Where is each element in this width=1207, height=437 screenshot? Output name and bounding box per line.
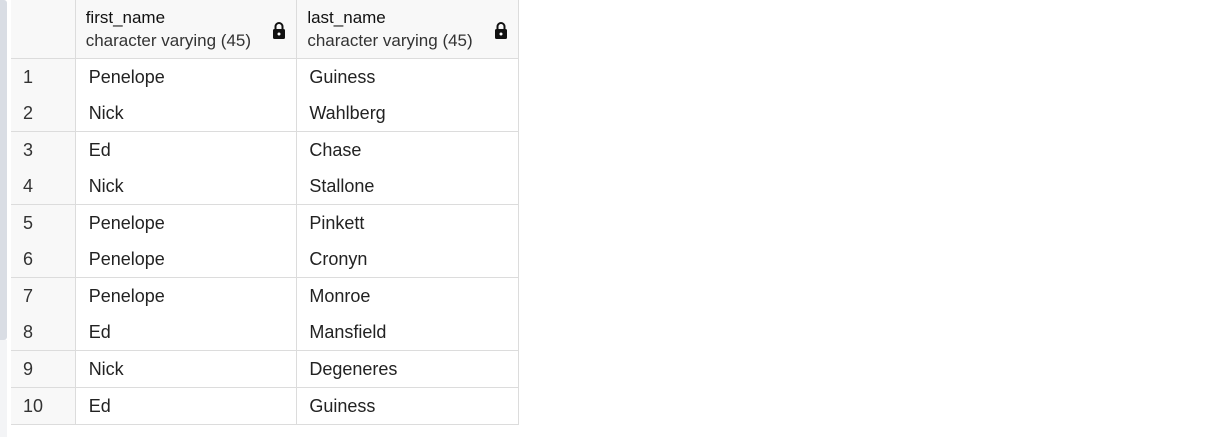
table-row[interactable]: 3 Ed Chase bbox=[11, 131, 519, 168]
cell-last-name[interactable]: Wahlberg bbox=[296, 95, 519, 132]
vertical-scrollbar-track[interactable] bbox=[0, 340, 7, 437]
cell-first-name[interactable]: Ed bbox=[75, 131, 298, 168]
cell-first-name[interactable]: Ed bbox=[75, 387, 298, 425]
table-row[interactable]: 2 Nick Wahlberg bbox=[11, 95, 519, 132]
table-row[interactable]: 8 Ed Mansfield bbox=[11, 314, 519, 351]
column-header-first-name[interactable]: first_name character varying (45) bbox=[75, 0, 298, 59]
row-number[interactable]: 9 bbox=[11, 350, 76, 388]
cell-last-name[interactable]: Cronyn bbox=[296, 241, 519, 278]
cell-last-name[interactable]: Guiness bbox=[296, 387, 519, 425]
row-number[interactable]: 2 bbox=[11, 95, 76, 132]
column-name: last_name bbox=[307, 8, 386, 27]
row-number[interactable]: 10 bbox=[11, 387, 76, 425]
cell-first-name[interactable]: Nick bbox=[75, 168, 298, 205]
cell-last-name[interactable]: Stallone bbox=[296, 168, 519, 205]
row-number[interactable]: 1 bbox=[11, 58, 76, 95]
cell-first-name[interactable]: Nick bbox=[75, 350, 298, 388]
table-row[interactable]: 10 Ed Guiness bbox=[11, 387, 519, 425]
table-row[interactable]: 6 Penelope Cronyn bbox=[11, 241, 519, 278]
cell-first-name[interactable]: Penelope bbox=[75, 58, 298, 95]
header-row: first_name character varying (45) last_n… bbox=[11, 0, 519, 59]
lock-icon bbox=[495, 22, 507, 39]
row-number[interactable]: 8 bbox=[11, 314, 76, 351]
table-row[interactable]: 4 Nick Stallone bbox=[11, 168, 519, 205]
column-header-last-name[interactable]: last_name character varying (45) bbox=[296, 0, 519, 59]
row-number[interactable]: 4 bbox=[11, 168, 76, 205]
table-row[interactable]: 7 Penelope Monroe bbox=[11, 277, 519, 314]
column-type: character varying (45) bbox=[85, 31, 252, 50]
table-row[interactable]: 5 Penelope Pinkett bbox=[11, 204, 519, 241]
column-type: character varying (45) bbox=[307, 31, 473, 50]
vertical-scrollbar-thumb[interactable] bbox=[0, 0, 7, 340]
cell-last-name[interactable]: Monroe bbox=[296, 277, 519, 314]
cell-last-name[interactable]: Guiness bbox=[296, 58, 519, 95]
cell-first-name[interactable]: Penelope bbox=[75, 204, 298, 241]
query-result-panel: first_name character varying (45) last_n… bbox=[0, 0, 1207, 437]
cell-first-name[interactable]: Ed bbox=[75, 314, 298, 351]
lock-icon bbox=[273, 22, 286, 39]
cell-last-name[interactable]: Chase bbox=[296, 131, 519, 168]
table-row[interactable]: 1 Penelope Guiness bbox=[11, 58, 519, 95]
cell-last-name[interactable]: Degeneres bbox=[296, 350, 519, 388]
result-grid: first_name character varying (45) last_n… bbox=[11, 0, 519, 425]
cell-first-name[interactable]: Penelope bbox=[75, 241, 298, 278]
table-row[interactable]: 9 Nick Degeneres bbox=[11, 350, 519, 388]
cell-last-name[interactable]: Pinkett bbox=[296, 204, 519, 241]
row-number[interactable]: 3 bbox=[11, 131, 76, 168]
cell-first-name[interactable]: Nick bbox=[75, 95, 298, 132]
select-all-corner[interactable] bbox=[11, 0, 76, 59]
cell-last-name[interactable]: Mansfield bbox=[296, 314, 519, 351]
row-number[interactable]: 6 bbox=[11, 241, 76, 278]
row-number[interactable]: 5 bbox=[11, 204, 76, 241]
column-name: first_name bbox=[85, 8, 166, 27]
cell-first-name[interactable]: Penelope bbox=[75, 277, 298, 314]
row-number[interactable]: 7 bbox=[11, 277, 76, 314]
